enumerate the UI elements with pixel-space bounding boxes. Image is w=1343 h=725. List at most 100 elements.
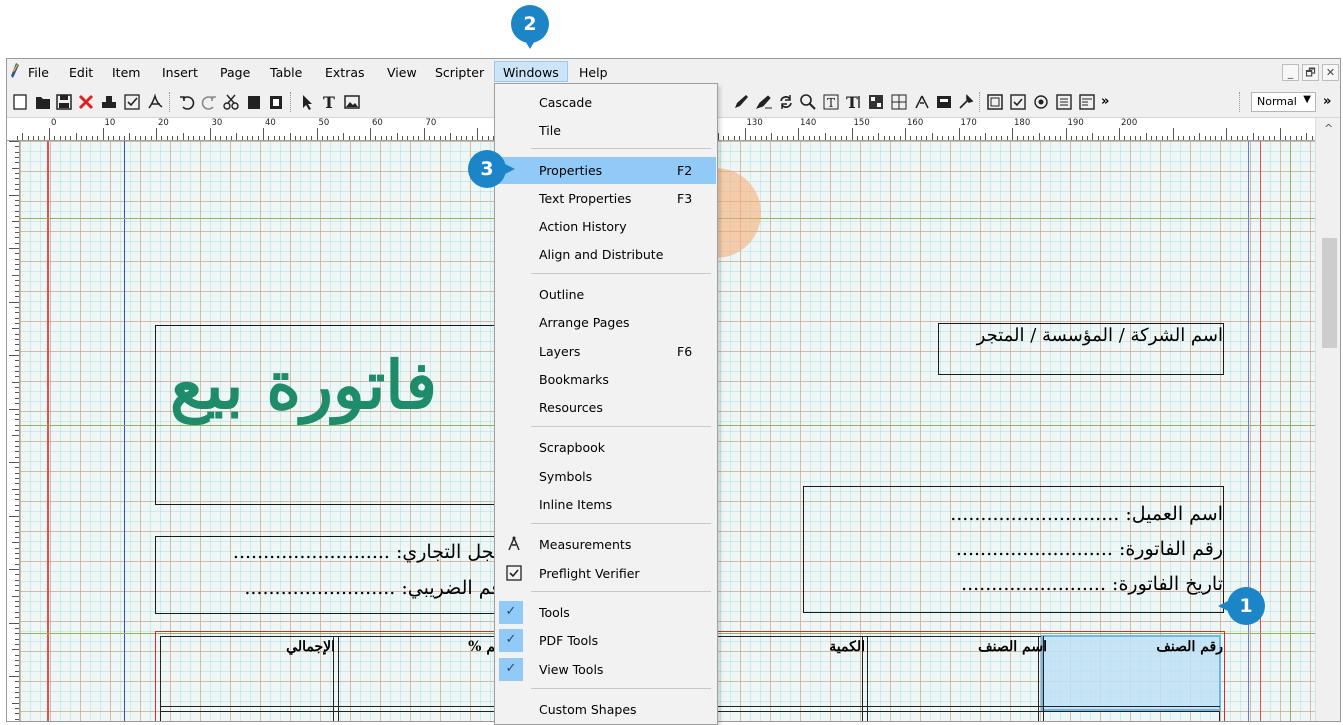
menu-item-inline-items[interactable]: Inline Items [496, 491, 716, 518]
vertical-scrollbar[interactable]: ^ [1315, 118, 1340, 721]
ruler-tick [856, 136, 858, 140]
menu-item-outline[interactable]: Outline [496, 281, 716, 308]
menu-item-custom-shapes[interactable]: Custom Shapes [496, 696, 716, 723]
ruler-tick [15, 483, 19, 485]
ruler-tick [12, 435, 19, 437]
menu-page[interactable]: Page [220, 65, 250, 80]
menu-item-cascade[interactable]: Cascade [496, 89, 716, 116]
measure-icon[interactable] [913, 93, 931, 111]
menu-item[interactable]: Item [112, 65, 140, 80]
pdf-combobox-icon[interactable] [1078, 93, 1096, 111]
menu-item-properties[interactable]: Properties F2 [496, 157, 716, 184]
menu-item-scrapbook[interactable]: Scrapbook [496, 434, 716, 461]
page-edge-right [1260, 141, 1261, 721]
unlink-frames-icon[interactable] [890, 93, 908, 111]
image-frame-icon[interactable] [343, 93, 361, 111]
pdf-textfield-icon[interactable] [986, 93, 1004, 111]
ruler-tick [1177, 136, 1179, 140]
callout-badge-2: 2 [511, 5, 549, 49]
pdf-radio-icon[interactable] [1032, 93, 1050, 111]
menu-item-text-properties[interactable]: Text Properties F3 [496, 185, 716, 212]
ruler-tick [15, 403, 19, 405]
ruler-tick [15, 365, 19, 367]
scrollbar-thumb[interactable] [1322, 238, 1337, 348]
pdf-checkbox-icon[interactable] [1009, 93, 1027, 111]
redo-icon[interactable] [200, 93, 218, 111]
menu-help[interactable]: Help [579, 65, 608, 80]
scroll-up-icon[interactable]: ^ [1324, 122, 1333, 135]
ruler-tick [15, 590, 19, 592]
ruler-tick [1038, 133, 1040, 140]
zoom-select[interactable]: Normal ▼ [1251, 92, 1316, 112]
pdf-pushbutton-icon[interactable] [957, 93, 975, 111]
close-icon[interactable] [77, 93, 95, 111]
pdf-listbox-icon[interactable] [1055, 93, 1073, 111]
menu-item-layers[interactable]: Layers F6 [496, 338, 716, 365]
preflight-icon[interactable] [123, 93, 141, 111]
menu-insert[interactable]: Insert [162, 65, 198, 80]
eyedropper-icon[interactable] [935, 93, 953, 111]
ruler-tick [1263, 136, 1265, 140]
menu-item-tile[interactable]: Tile [496, 117, 716, 144]
menubar: File Edit Item Insert Page Table Extras … [7, 59, 1340, 84]
menu-extras[interactable]: Extras [325, 65, 365, 80]
edit-text-icon[interactable]: T [822, 93, 840, 111]
new-icon[interactable] [11, 93, 29, 111]
menu-edit[interactable]: Edit [69, 65, 93, 80]
menu-item-pdf-tools[interactable]: ✓ PDF Tools [496, 627, 716, 654]
pen-icon[interactable] [732, 93, 750, 111]
undo-icon[interactable] [178, 93, 196, 111]
menu-item-measurements[interactable]: Measurements [496, 531, 716, 558]
ruler-tick [15, 371, 19, 373]
menu-item-arrange-pages[interactable]: Arrange Pages [496, 309, 716, 336]
close-window-button[interactable]: ✕ [1322, 64, 1339, 81]
menu-item-resources[interactable]: Resources [496, 394, 716, 421]
menu-scripter[interactable]: Scripter [435, 65, 484, 80]
story-editor-icon[interactable]: T [845, 93, 863, 111]
paste-icon[interactable] [267, 93, 285, 111]
ruler-tick [979, 136, 981, 140]
ruler-tick [65, 136, 67, 140]
ruler-tick [872, 136, 874, 140]
ruler-tick [15, 183, 19, 185]
menu-item-label: Bookmarks [539, 372, 609, 387]
open-icon[interactable] [34, 93, 52, 111]
menu-table[interactable]: Table [270, 65, 302, 80]
ruler-tick [279, 136, 281, 140]
menu-windows[interactable]: Windows [494, 61, 568, 82]
minimize-button[interactable]: _ [1282, 64, 1299, 81]
restore-button[interactable]: 🗗 [1302, 64, 1319, 81]
menu-item-preflight-verifier[interactable]: Preflight Verifier [496, 560, 716, 587]
menu-item-tools[interactable]: ✓ Tools [496, 599, 716, 626]
ruler-tick [1092, 133, 1094, 140]
link-frames-icon[interactable] [867, 93, 885, 111]
menu-item-bookmarks[interactable]: Bookmarks [496, 366, 716, 393]
ruler-tick [15, 349, 19, 351]
ruler-tick [1119, 128, 1120, 140]
toolbar-overflow-button-2[interactable]: » [1323, 94, 1331, 109]
zoom-icon[interactable] [799, 93, 817, 111]
ruler-tick [1167, 136, 1169, 140]
menu-item-symbols[interactable]: Symbols [496, 463, 716, 490]
vertical-ruler[interactable] [7, 141, 20, 721]
ruler-tick [12, 542, 19, 544]
save-icon[interactable] [55, 93, 73, 111]
menu-view[interactable]: View [387, 65, 417, 80]
rotate-icon[interactable] [777, 93, 795, 111]
cut-icon[interactable] [222, 93, 240, 111]
ruler-tick [9, 194, 19, 196]
select-icon[interactable] [298, 93, 316, 111]
preflight-check-icon [506, 565, 522, 581]
ruler-tick [958, 128, 960, 140]
text-frame-icon[interactable]: T [320, 93, 338, 111]
menu-file[interactable]: File [28, 65, 49, 80]
menu-item-action-history[interactable]: Action History [496, 213, 716, 240]
menu-item-view-tools[interactable]: ✓ View Tools [496, 656, 716, 683]
toolbar-overflow-button[interactable]: » [1101, 94, 1109, 109]
pdf-icon[interactable] [146, 93, 164, 111]
ruler-tick [316, 128, 318, 140]
menu-item-align-distribute[interactable]: Align and Distribute [496, 241, 716, 268]
print-icon[interactable] [100, 93, 118, 111]
copy-icon[interactable] [245, 93, 263, 111]
calligraphic-icon[interactable] [755, 93, 773, 111]
